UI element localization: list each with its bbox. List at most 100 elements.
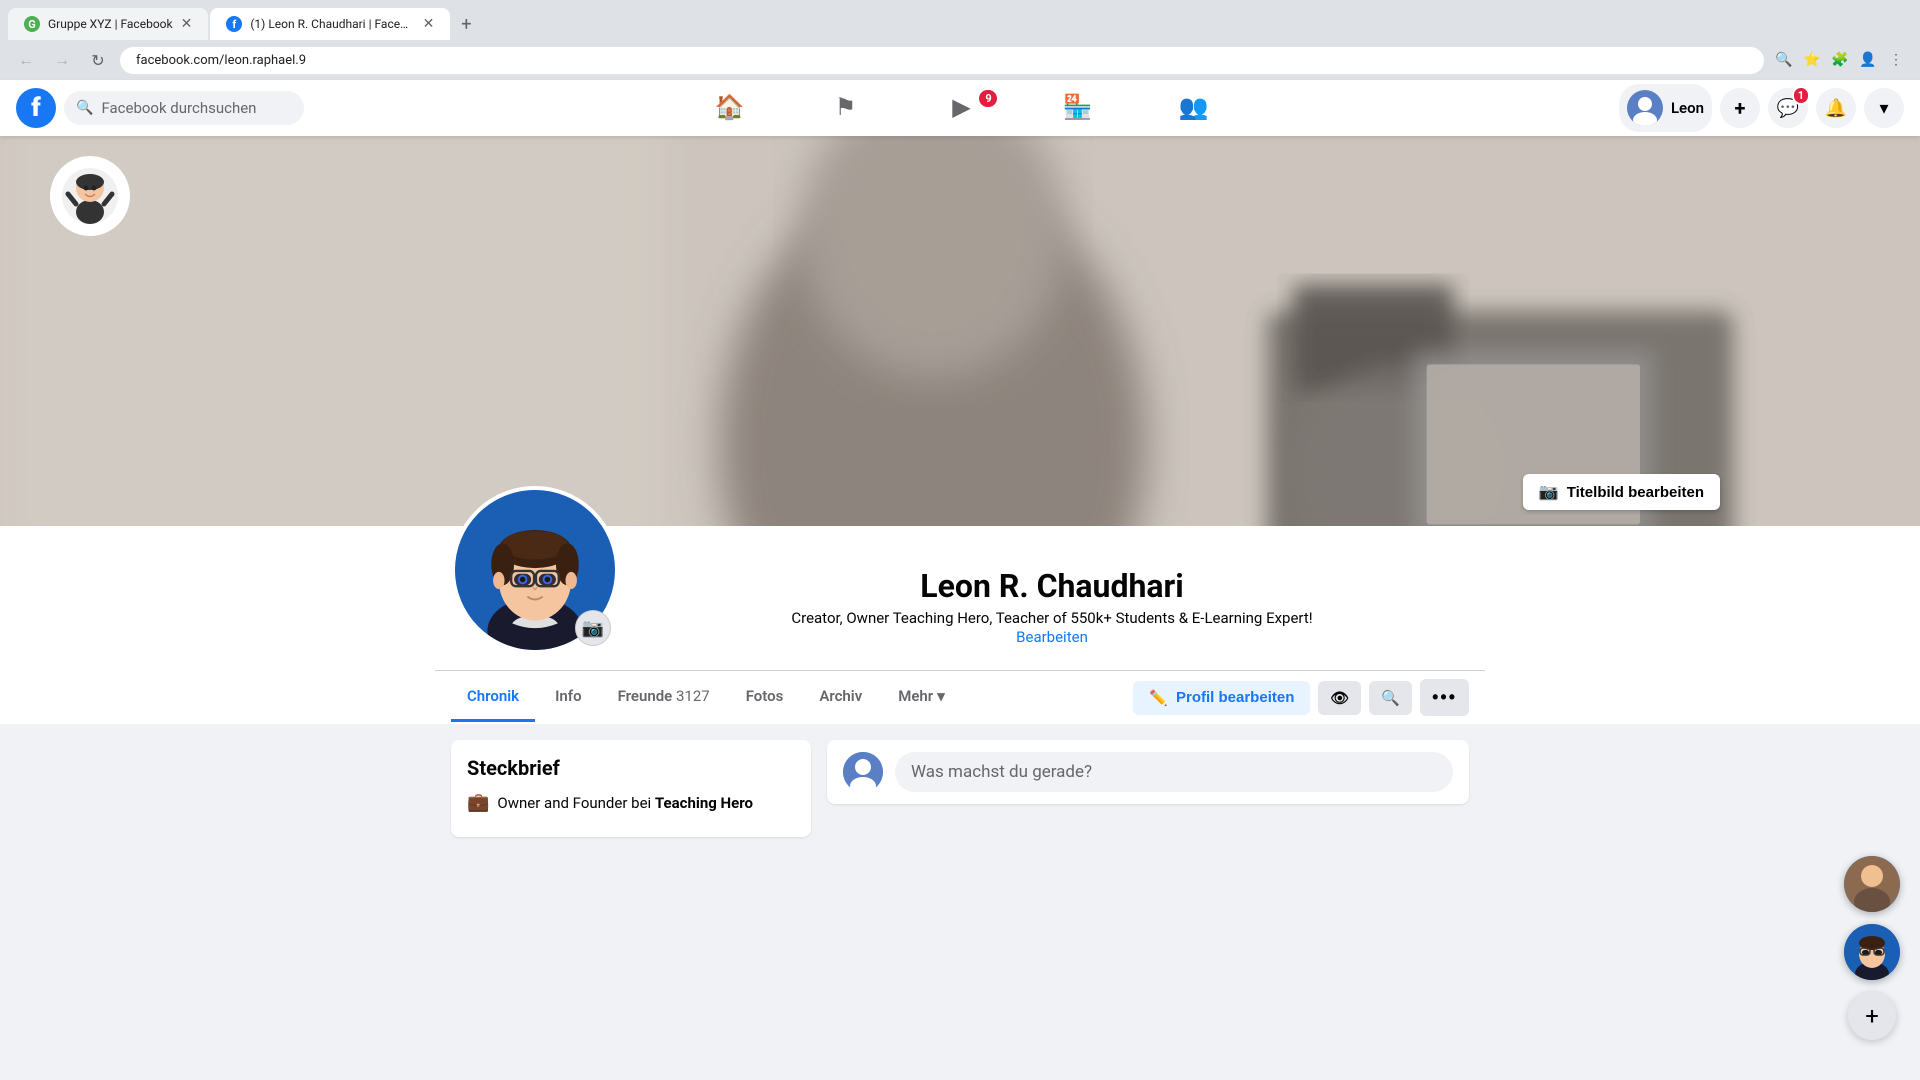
mehr-dropdown-icon: ▾ (937, 687, 945, 705)
new-tab-button[interactable]: + (452, 10, 480, 38)
browser-actions: 🔍 ⭐ 🧩 👤 ⋮ (1772, 48, 1908, 72)
tab-mehr[interactable]: Mehr ▾ (882, 673, 961, 722)
profile-page: 📷 Titelbild bearbeiten (0, 136, 1920, 853)
tab2-favicon: f (226, 16, 242, 32)
steckbrief-work-item: 💼 Owner and Founder bei Teaching Hero (467, 792, 795, 813)
cover-photo: 📷 Titelbild bearbeiten (0, 136, 1920, 526)
tab-1[interactable]: G Gruppe XYZ | Facebook ✕ (8, 8, 208, 40)
friends-icon: 👥 (1179, 93, 1209, 121)
tab-info[interactable]: Info (539, 673, 598, 722)
marketplace-icon: 🏪 (1063, 93, 1093, 121)
browser-profile-icon[interactable]: 👤 (1856, 48, 1880, 72)
freunde-count: 3127 (676, 687, 710, 705)
mehr-label: Mehr (898, 687, 933, 705)
tab-fotos[interactable]: Fotos (730, 673, 800, 722)
tab-archiv[interactable]: Archiv (803, 673, 878, 722)
steckbrief-card: Steckbrief 💼 Owner and Founder bei Teach… (451, 740, 811, 837)
info-label: Info (555, 687, 582, 705)
steckbrief-company: Teaching Hero (655, 794, 753, 812)
browser-extensions-icon[interactable]: 🧩 (1828, 48, 1852, 72)
pencil-icon: ✏️ (1149, 689, 1168, 707)
profile-nav-row: Chronik Info Freunde 3127 Fotos Archiv M… (435, 670, 1485, 724)
nav-watch[interactable]: ▶ 9 (905, 84, 1017, 132)
tab1-title: Gruppe XYZ | Facebook (48, 17, 173, 31)
left-column: Steckbrief 💼 Owner and Founder bei Teach… (451, 740, 811, 853)
profile-avatar-wrap: 📷 (451, 486, 619, 654)
fab-plus-icon: + (1865, 1002, 1879, 1030)
forward-button[interactable]: → (48, 46, 76, 74)
user-name: Leon (1671, 99, 1704, 117)
search-placeholder: Facebook durchsuchen (101, 99, 256, 117)
nav-marketplace[interactable]: 🏪 (1021, 84, 1133, 132)
notifications-button[interactable]: 🔔 (1816, 88, 1856, 128)
freunde-label: Freunde 3127 (618, 687, 710, 705)
create-button[interactable]: + (1720, 88, 1760, 128)
nav-friends[interactable]: 👥 (1137, 84, 1249, 132)
profile-actions: ✏️ Profil bearbeiten 👁 🔍 ••• (1133, 671, 1469, 724)
composer-input[interactable]: Was machst du gerade? (895, 752, 1453, 792)
pages-icon: ⚑ (835, 93, 857, 121)
post-composer: Was machst du gerade? (827, 740, 1469, 804)
chevron-down-icon: ▾ (1879, 98, 1888, 119)
edit-cover-button[interactable]: 📷 Titelbild bearbeiten (1523, 474, 1720, 510)
back-button[interactable]: ← (12, 46, 40, 74)
fab-button[interactable]: + (1848, 992, 1896, 1040)
edit-profile-label: Profil bearbeiten (1176, 689, 1294, 706)
messenger-badge: 1 (1792, 86, 1810, 105)
address-bar[interactable]: facebook.com/leon.raphael.9 (120, 47, 1764, 74)
cover-section: 📷 Titelbild bearbeiten (0, 136, 1920, 724)
user-menu-button[interactable]: Leon (1619, 84, 1712, 132)
user-avatar (1627, 90, 1663, 126)
browser-star-icon[interactable]: ⭐ (1800, 48, 1824, 72)
home-icon: 🏠 (715, 93, 745, 121)
briefcase-icon: 💼 (467, 792, 489, 813)
camera-icon: 📷 (1539, 482, 1559, 502)
composer-avatar (843, 752, 883, 792)
nav-pages[interactable]: ⚑ (789, 84, 901, 132)
profile-nav-tabs: Chronik Info Freunde 3127 Fotos Archiv M… (451, 673, 1133, 722)
browser-search-icon[interactable]: 🔍 (1772, 48, 1796, 72)
profile-bio-edit-link[interactable]: Bearbeiten (1016, 628, 1088, 646)
account-dropdown-button[interactable]: ▾ (1864, 88, 1904, 128)
steckbrief-title: Steckbrief (467, 756, 795, 780)
tab-chronik[interactable]: Chronik (451, 673, 535, 722)
tab2-title: (1) Leon R. Chaudhari | Faceb… (250, 17, 414, 31)
facebook-logo[interactable]: f (16, 88, 56, 128)
messenger-button[interactable]: 💬 1 (1768, 88, 1808, 128)
nav-home[interactable]: 🏠 (673, 84, 785, 132)
plus-icon: + (1735, 96, 1746, 120)
tab1-favicon: G (24, 16, 40, 32)
tab-freunde[interactable]: Freunde 3127 (602, 673, 726, 722)
floating-avatar-1[interactable] (1844, 856, 1900, 912)
profile-sticker (50, 156, 130, 236)
tab-2[interactable]: f (1) Leon R. Chaudhari | Faceb… ✕ (210, 8, 450, 40)
browser-chrome: G Gruppe XYZ | Facebook ✕ f (1) Leon R. … (0, 0, 1920, 80)
tab2-close[interactable]: ✕ (423, 16, 435, 32)
address-text: facebook.com/leon.raphael.9 (136, 53, 1748, 68)
search-profile-icon: 🔍 (1381, 689, 1400, 707)
profile-bio: Creator, Owner Teaching Hero, Teacher of… (635, 609, 1469, 627)
watch-icon: ▶ (952, 93, 970, 121)
composer-placeholder: Was machst du gerade? (911, 762, 1092, 782)
reload-button[interactable]: ↻ (84, 46, 112, 74)
search-profile-button[interactable]: 🔍 (1369, 681, 1412, 715)
view-profile-button[interactable]: 👁 (1318, 681, 1361, 715)
more-dots-icon: ••• (1432, 687, 1457, 708)
right-column: Was machst du gerade? (827, 740, 1469, 853)
tab1-close[interactable]: ✕ (181, 16, 193, 32)
avatar-camera-button[interactable]: 📷 (575, 610, 611, 646)
nav-center: 🏠 ⚑ ▶ 9 🏪 👥 (312, 84, 1611, 132)
floating-avatar-2[interactable] (1844, 924, 1900, 980)
search-bar[interactable]: 🔍 Facebook durchsuchen (64, 91, 304, 125)
facebook-navbar: f 🔍 Facebook durchsuchen 🏠 ⚑ ▶ 9 🏪 👥 Leo… (0, 80, 1920, 136)
browser-menu-icon[interactable]: ⋮ (1884, 48, 1908, 72)
edit-profile-button[interactable]: ✏️ Profil bearbeiten (1133, 681, 1310, 715)
address-bar-row: ← → ↻ facebook.com/leon.raphael.9 🔍 ⭐ 🧩 … (0, 40, 1920, 80)
steckbrief-work-text: Owner and Founder bei Teaching Hero (497, 794, 753, 812)
archiv-label: Archiv (819, 687, 862, 705)
composer-top: Was machst du gerade? (843, 752, 1453, 792)
more-profile-button[interactable]: ••• (1420, 679, 1469, 716)
floating-avatars (1844, 856, 1900, 980)
profile-name-bio: Leon R. Chaudhari Creator, Owner Teachin… (635, 567, 1469, 654)
nav-right: Leon + 💬 1 🔔 ▾ (1619, 84, 1904, 132)
